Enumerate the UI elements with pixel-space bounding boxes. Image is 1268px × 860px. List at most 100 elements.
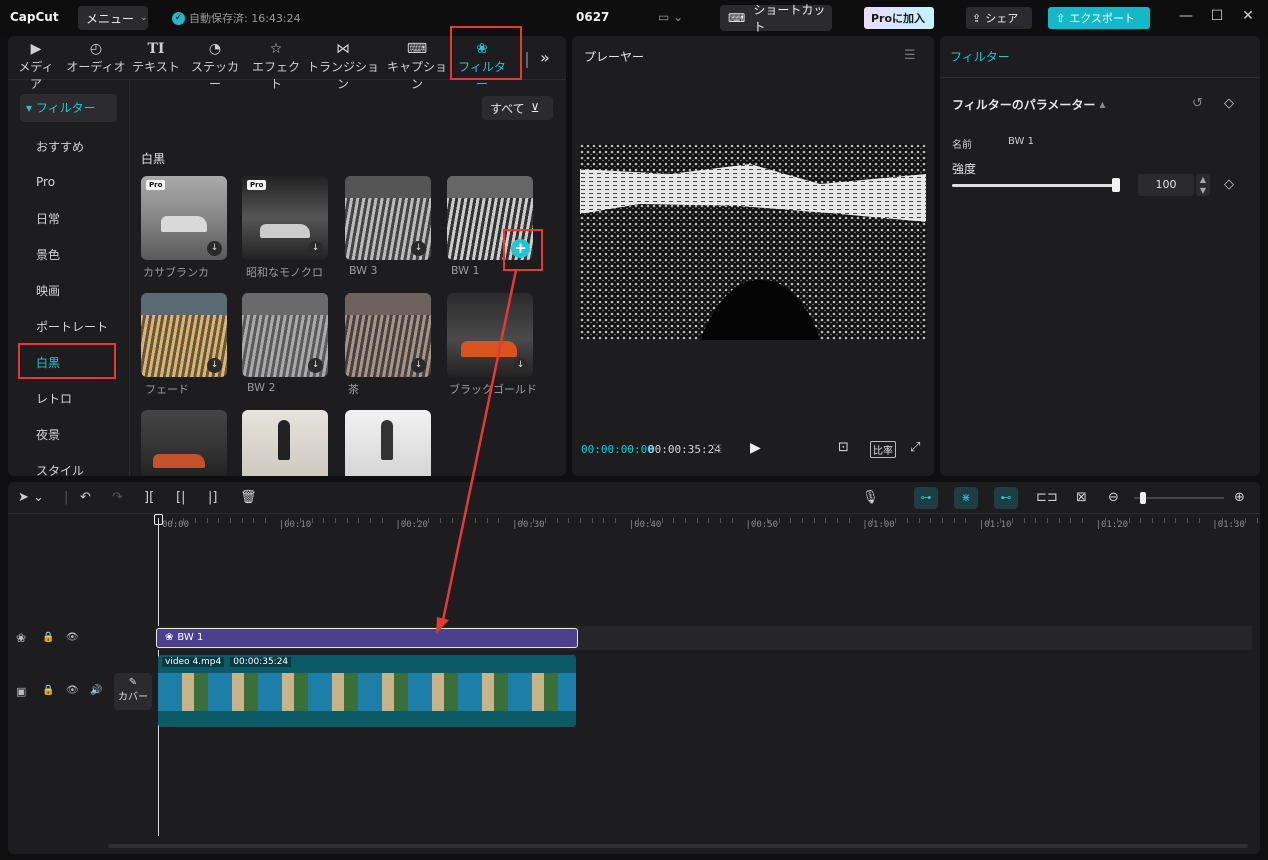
export-button[interactable]: ⇧ エクスポート: [1048, 7, 1150, 29]
lock-icon[interactable]: 🔒: [42, 632, 54, 643]
speaker-icon[interactable]: 🔊: [90, 685, 102, 696]
strength-input[interactable]: 100: [1138, 174, 1194, 196]
delete-icon[interactable]: 🗑: [240, 490, 257, 505]
ruler-tick: [1163, 518, 1165, 523]
auto-snap-icon[interactable]: ⋇: [954, 487, 978, 509]
share-label: シェア: [985, 12, 1019, 25]
preview-axis-icon[interactable]: ⊏⊐: [1036, 490, 1058, 505]
fullscreen-icon[interactable]: ⤢: [910, 440, 920, 455]
split-left-icon[interactable]: [|: [176, 490, 185, 505]
category-item[interactable]: 映画: [36, 282, 60, 299]
more-tabs-icon[interactable]: »: [540, 48, 550, 67]
close-icon[interactable]: ✕: [1238, 8, 1258, 24]
lock-icon[interactable]: 🔒: [42, 685, 54, 696]
split-right-icon[interactable]: |]: [208, 490, 217, 505]
download-icon[interactable]: ↓: [411, 241, 426, 256]
layout-icon[interactable]: ▭ ⌄: [658, 10, 683, 24]
download-icon[interactable]: ↓: [207, 358, 222, 373]
category-item[interactable]: Pro: [36, 175, 55, 189]
pro-subscribe-button[interactable]: Proに加入: [864, 7, 934, 29]
ruler-tick: [591, 518, 593, 523]
transition-icon: ⋈: [336, 41, 350, 57]
maximize-icon[interactable]: ☐: [1207, 8, 1227, 24]
filter-thumb[interactable]: Pro ↓: [141, 176, 227, 260]
tab-effect[interactable]: ☆ エフェクト: [248, 40, 304, 92]
zoom-slider-knob[interactable]: [1140, 492, 1146, 504]
filter-thumb[interactable]: [141, 410, 227, 476]
category-item[interactable]: 日常: [36, 210, 60, 227]
filter-thumb[interactable]: [242, 410, 328, 476]
video-preview[interactable]: [580, 144, 926, 340]
redo-icon[interactable]: ↷: [112, 490, 123, 505]
shortcut-button[interactable]: ⌨ ショートカット: [720, 3, 832, 34]
fit-view-icon[interactable]: ⊡: [838, 440, 849, 455]
download-icon[interactable]: ↓: [207, 241, 222, 256]
linkage-icon[interactable]: ⊷: [994, 487, 1018, 509]
video-clip[interactable]: video 4.mp4 00:00:35:24: [158, 655, 576, 727]
hamburger-menu-icon[interactable]: ☰: [904, 48, 916, 63]
tab-transition[interactable]: ⋈ トランジション: [306, 40, 380, 92]
tab-sticker[interactable]: ◔ ステッカー: [186, 40, 244, 92]
download-icon[interactable]: ↓: [308, 241, 323, 256]
minimize-icon[interactable]: —: [1176, 8, 1196, 24]
category-item[interactable]: 夜景: [36, 426, 60, 443]
undo-icon[interactable]: ↶: [80, 490, 91, 505]
ruler-tick: [1023, 518, 1025, 523]
params-section-header[interactable]: フィルターのパラメーター ▲: [952, 96, 1106, 113]
keyframe-diamond-icon[interactable]: ◇: [1224, 96, 1234, 111]
main-track-magnet-icon[interactable]: ⊶: [914, 487, 938, 509]
ruler-tick: [778, 518, 780, 523]
download-icon[interactable]: ↓: [513, 358, 528, 373]
eye-icon[interactable]: 👁: [66, 685, 79, 696]
category-item[interactable]: ポートレート: [36, 318, 108, 335]
ratio-button[interactable]: 比率: [870, 441, 896, 458]
ruler-tick: [696, 518, 698, 523]
reset-icon[interactable]: ↺: [1192, 96, 1203, 111]
split-icon[interactable]: ][: [144, 490, 154, 505]
project-title[interactable]: 0627: [576, 10, 609, 24]
filter-thumb[interactable]: ↓: [447, 293, 533, 377]
strength-stepper[interactable]: ▲ ▼: [1196, 174, 1210, 196]
sort-filter-button[interactable]: すべて ⊻: [482, 96, 553, 120]
category-item[interactable]: レトロ: [36, 390, 72, 407]
zoom-fit-icon[interactable]: ⊠: [1076, 490, 1087, 505]
strength-slider-knob[interactable]: [1112, 178, 1120, 192]
ruler-tick: [825, 518, 827, 523]
download-icon[interactable]: ↓: [308, 358, 323, 373]
tab-caption[interactable]: ⌨ キャプション: [384, 40, 450, 92]
category-header[interactable]: ▾ フィルター: [20, 94, 117, 122]
materials-panel: ▶ メディア ◴ オーディオ TI テキスト ◔ ステッカー ☆ エフェクト ⋈…: [8, 26, 566, 479]
category-item[interactable]: 景色: [36, 246, 60, 263]
ruler-tick: [405, 518, 407, 523]
keyframe-diamond-icon[interactable]: ◇: [1224, 177, 1234, 192]
filter-thumb[interactable]: [345, 410, 431, 476]
zoom-slider[interactable]: [1134, 497, 1224, 499]
category-item[interactable]: おすすめ: [36, 138, 84, 155]
share-button[interactable]: ⇪ シェア: [966, 7, 1032, 29]
timeline-scrollbar[interactable]: [108, 844, 1248, 848]
select-cursor-icon[interactable]: ➤ ⌄: [18, 490, 44, 505]
inspector-tab[interactable]: フィルター: [950, 48, 1010, 65]
eye-icon[interactable]: 👁: [66, 632, 79, 643]
download-icon[interactable]: ↓: [411, 358, 426, 373]
zoom-in-icon[interactable]: ⊕: [1234, 490, 1245, 505]
tab-audio[interactable]: ◴ オーディオ: [66, 40, 126, 75]
filter-clip[interactable]: ❀ BW 1: [156, 628, 578, 648]
tab-text[interactable]: TI テキスト: [132, 40, 180, 75]
filter-thumb[interactable]: ↓: [242, 293, 328, 377]
cover-button[interactable]: ✎ カバー: [114, 673, 152, 710]
timecode-grid-icon[interactable]: ☷: [712, 442, 723, 456]
strength-slider[interactable]: [952, 184, 1117, 187]
zoom-out-icon[interactable]: ⊖: [1108, 490, 1119, 505]
filter-thumb[interactable]: Pro ↓: [242, 176, 328, 260]
play-icon[interactable]: ▶: [750, 440, 761, 456]
microphone-icon[interactable]: 🎙: [862, 490, 879, 505]
category-item[interactable]: スタイル: [36, 462, 84, 479]
filter-thumb[interactable]: ↓: [345, 176, 431, 260]
highlight-box-filter-tab: [450, 26, 522, 80]
menu-button[interactable]: メニュー ⌄: [78, 6, 148, 30]
ruler-tick: [720, 518, 722, 523]
filter-thumb[interactable]: ↓: [141, 293, 227, 377]
app-logo: CapCut: [10, 10, 59, 24]
filter-thumb[interactable]: ↓: [345, 293, 431, 377]
